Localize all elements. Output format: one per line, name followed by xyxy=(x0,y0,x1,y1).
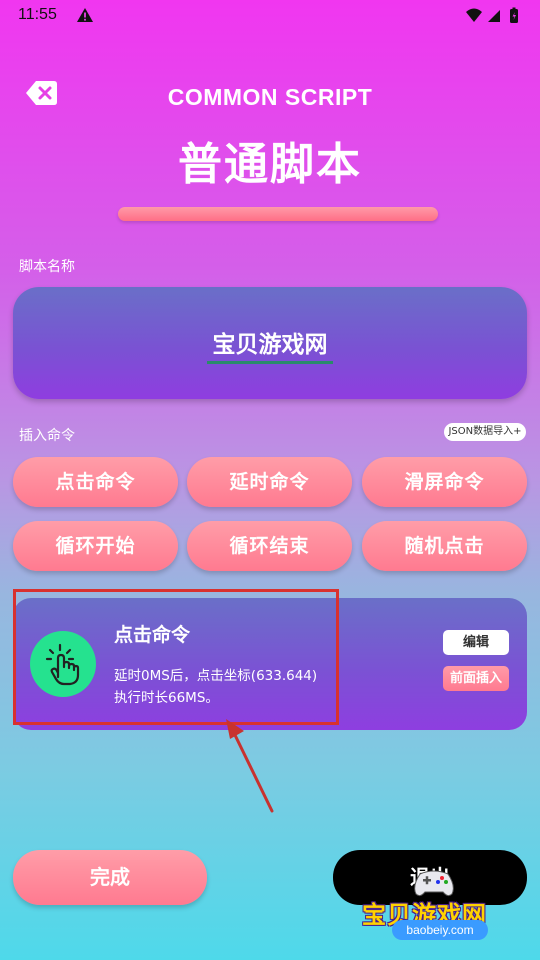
status-icons xyxy=(464,6,524,30)
page-title-cn: 普通脚本 xyxy=(178,139,362,190)
random-click-button[interactable]: 随机点击 xyxy=(362,521,527,571)
annotation-arrow-icon xyxy=(226,719,274,813)
title-decor-bar xyxy=(118,207,438,221)
edit-button[interactable]: 编辑 xyxy=(443,630,509,655)
page-title-en: COMMON SCRIPT xyxy=(167,84,373,110)
insert-before-button[interactable]: 前面插入 xyxy=(443,666,509,691)
click-command-button[interactable]: 点击命令 xyxy=(13,457,178,507)
json-import-button[interactable]: JSON数据导入+ xyxy=(444,423,526,441)
wifi-icon xyxy=(466,8,482,22)
loop-start-button[interactable]: 循环开始 xyxy=(13,521,178,571)
script-name-label: 脚本名称 xyxy=(19,259,75,275)
insert-command-label: 插入命令 xyxy=(19,428,75,444)
script-name-input[interactable]: 宝贝游戏网 xyxy=(13,325,527,359)
signal-icon xyxy=(488,10,500,22)
loop-end-button[interactable]: 循环结束 xyxy=(187,521,352,571)
delay-command-button[interactable]: 延时命令 xyxy=(187,457,352,507)
watermark-url: baobeiy.com xyxy=(392,920,488,940)
warning-icon xyxy=(76,7,94,27)
status-time: 11:55 xyxy=(18,6,57,23)
done-button[interactable]: 完成 xyxy=(13,850,207,905)
input-underline xyxy=(207,361,333,364)
battery-icon xyxy=(510,7,518,23)
swipe-command-button[interactable]: 滑屏命令 xyxy=(362,457,527,507)
script-name-card: 宝贝游戏网 xyxy=(13,287,527,399)
highlight-box xyxy=(13,589,339,725)
status-bar: 11:55 xyxy=(0,0,540,32)
